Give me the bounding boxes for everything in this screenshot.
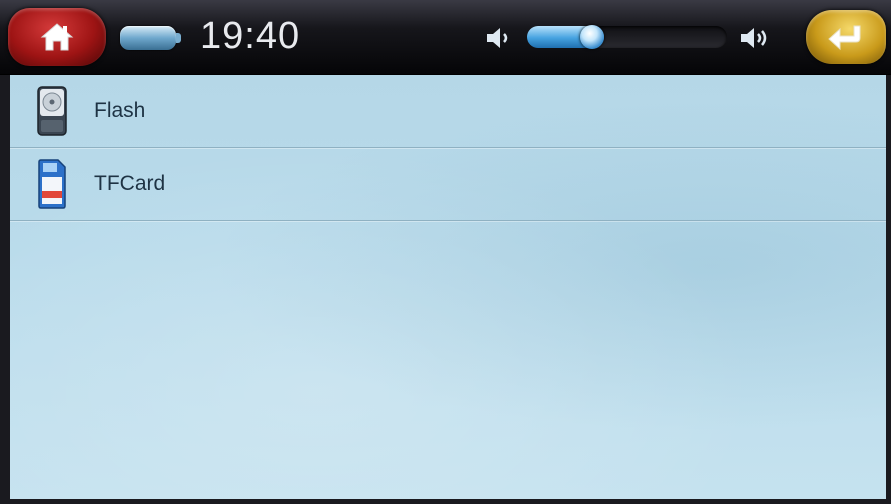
status-bar: 19:40 [0,0,891,75]
list-item-label: Flash [94,99,146,122]
list-item-tfcard[interactable]: TFCard [10,148,886,221]
device-screen: 19:40 Flash TFCard [0,0,891,504]
back-button[interactable] [806,10,886,64]
flash-disk-icon [32,83,72,139]
list-item-label: TFCard [94,172,166,195]
clock-time: 19:40 [200,15,301,57]
list-item-flash[interactable]: Flash [10,75,886,148]
home-button[interactable] [8,8,106,66]
battery-icon [120,26,181,50]
home-icon [40,23,74,51]
back-arrow-icon [828,25,861,51]
volume-slider[interactable] [527,22,727,52]
sd-card-icon [32,156,72,212]
volume-high-icon[interactable] [738,26,770,50]
file-browser-pane: Flash TFCard [10,75,886,499]
storage-list: Flash TFCard [10,75,886,221]
volume-low-icon[interactable] [484,26,514,50]
volume-knob[interactable] [580,25,604,49]
